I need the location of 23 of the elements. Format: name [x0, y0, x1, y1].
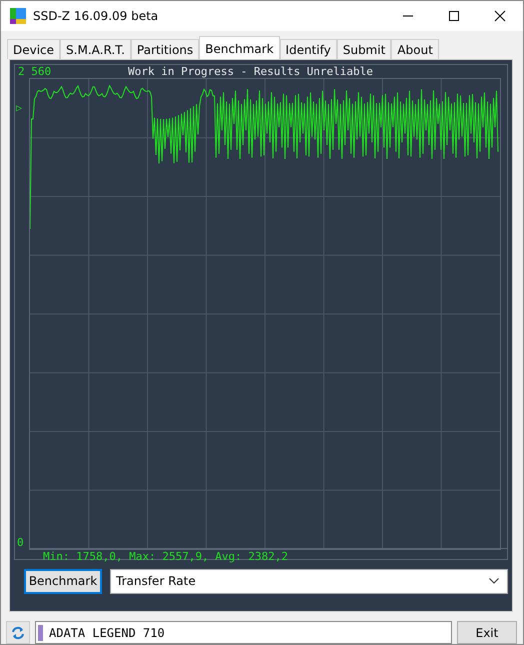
marker-symbol: ▷ [15, 102, 24, 114]
drive-field[interactable]: ADATA LEGEND 710 [35, 621, 452, 644]
mode-dropdown[interactable]: Transfer Rate [110, 568, 508, 594]
tab[interactable]: Benchmark [199, 36, 280, 59]
refresh-button[interactable] [6, 621, 30, 644]
tab[interactable]: S.M.A.R.T. [60, 38, 131, 59]
tab[interactable]: Partitions [130, 38, 200, 59]
refresh-icon [11, 626, 25, 640]
benchmark-button[interactable]: Benchmark [24, 568, 102, 594]
window-title: SSD-Z 16.09.09 beta [33, 8, 158, 23]
maximize-icon[interactable] [448, 10, 460, 22]
axis-label: 2 560 [17, 64, 52, 78]
app-icon [10, 8, 26, 24]
graph-title: Work in Progress - Results Unreliable [128, 64, 374, 78]
tab[interactable]: Submit [336, 38, 392, 59]
exit-button[interactable]: Exit [457, 621, 517, 644]
close-icon[interactable] [494, 10, 506, 22]
axis-label: 0 [16, 538, 25, 548]
chevron-icon [489, 578, 499, 584]
tab[interactable]: About [391, 38, 439, 59]
stats-text: Min: 1758,0, Max: 2557,9, Avg: 2382,2 [29, 548, 507, 563]
tab[interactable]: Device [7, 38, 60, 59]
tab[interactable]: Identify [280, 38, 337, 59]
